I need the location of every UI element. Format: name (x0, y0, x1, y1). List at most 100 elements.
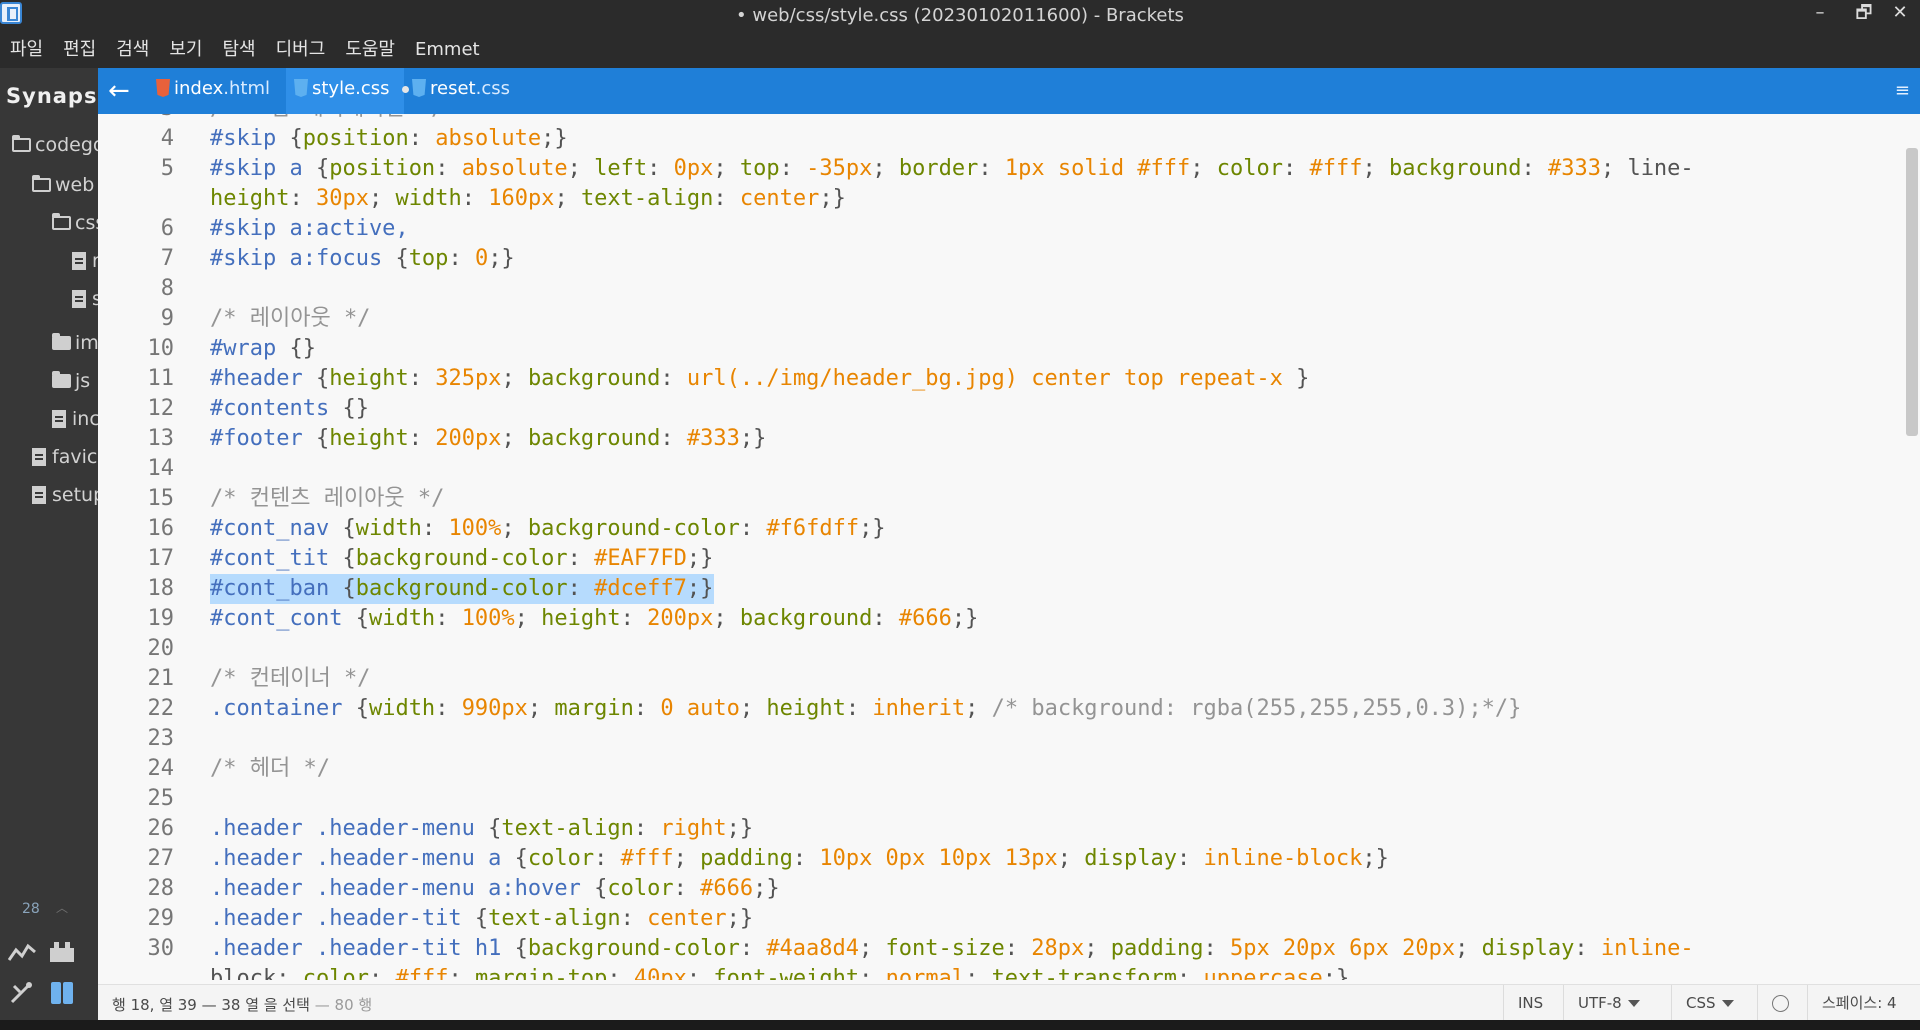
back-arrow-icon[interactable]: ← (108, 76, 130, 106)
line-number: 8 (160, 276, 174, 301)
code-line[interactable]: 26 .header .header-menu {text-align: righ… (98, 814, 1900, 844)
tree-item-setup[interactable]: setup (32, 482, 98, 508)
code-line[interactable]: 21 /* 컨테이너 */ (98, 664, 1900, 694)
line-number: 22 (147, 696, 175, 721)
line-code: height: 30px; width: 160px; text-align: … (210, 186, 846, 211)
line-code: #header {height: 325px; background: url(… (210, 366, 1310, 391)
menu-edit[interactable]: 편집 (53, 32, 106, 68)
code-line[interactable]: 3 /* 스킵 네비게이션 */ (98, 114, 1900, 124)
tab-style-css[interactable]: style.css (286, 68, 409, 114)
code-line[interactable]: 10 #wrap {} (98, 334, 1900, 364)
code-line[interactable]: 19 #cont_cont {width: 100%; height: 200px… (98, 604, 1900, 634)
line-code: .header .header-menu {text-align: right;… (210, 816, 754, 841)
code-line[interactable]: block; color: #fff; margin-top: 40px; fo… (98, 964, 1900, 980)
code-line[interactable]: 28 .header .header-menu a:hover {color: #… (98, 874, 1900, 904)
line-number: 27 (147, 846, 175, 871)
menu-find[interactable]: 검색 (106, 32, 159, 68)
code-line[interactable]: 27 .header .header-menu a {color: #fff; p… (98, 844, 1900, 874)
activity-icon[interactable] (6, 940, 38, 970)
encoding-select[interactable]: UTF-8 (1563, 985, 1671, 1021)
css3-icon (294, 79, 308, 97)
tree-item-web[interactable]: web (32, 172, 94, 198)
code-line[interactable]: 18 #cont_ban {background-color: #dceff7;} (98, 574, 1900, 604)
folder-open-icon (12, 135, 31, 152)
close-button[interactable]: ✕ (1880, 0, 1920, 28)
code-line[interactable]: 23 (98, 724, 1900, 754)
menu-file[interactable]: 파일 (0, 32, 53, 68)
live-preview-icon[interactable] (46, 980, 78, 1010)
code-line[interactable]: 8 (98, 274, 1900, 304)
maximize-button[interactable]: 🗗 (1844, 0, 1884, 28)
language-select[interactable]: CSS (1671, 985, 1757, 1021)
code-line[interactable]: 13 #footer {height: 200px; background: #3… (98, 424, 1900, 454)
code-line[interactable]: 15 /* 컨텐츠 레이아웃 */ (98, 484, 1900, 514)
line-code: #skip a:active, (210, 216, 409, 241)
line-number: 17 (147, 546, 175, 571)
line-number: 16 (147, 516, 175, 541)
tab-index-html[interactable]: index.html (148, 68, 278, 114)
lint-status-icon (1772, 995, 1789, 1012)
insert-mode-toggle[interactable]: INS (1503, 985, 1563, 1021)
code-line[interactable]: height: 30px; width: 160px; text-align: … (98, 184, 1900, 214)
indent-setting[interactable]: 스페이스: 4 (1807, 985, 1920, 1021)
html5-icon (156, 79, 170, 97)
code-line[interactable]: 14 (98, 454, 1900, 484)
code-line[interactable]: 9 /* 레이아웃 */ (98, 304, 1900, 334)
menu-navigate[interactable]: 탐색 (213, 32, 266, 68)
menu-debug[interactable]: 디버그 (266, 32, 336, 68)
line-number: 24 (147, 756, 175, 781)
tree-item-reset-css[interactable]: r (72, 248, 98, 274)
menu-help[interactable]: 도움말 (335, 32, 405, 68)
tab-reset-css[interactable]: reset.css (404, 68, 514, 114)
tree-item-img[interactable]: im (52, 330, 98, 356)
file-icon (52, 410, 66, 428)
wrench-icon[interactable] (6, 980, 38, 1010)
line-number: 6 (160, 216, 174, 241)
tree-item-codego[interactable]: codego (12, 132, 98, 158)
code-editor[interactable]: 3 /* 스킵 네비게이션 */ 4 #skip {position: absolut… (98, 114, 1900, 980)
encoding-value: UTF-8 (1578, 994, 1622, 1012)
tree-item-css[interactable]: css (52, 210, 98, 236)
code-line[interactable]: 30 .header .header-tit h1 {background-col… (98, 934, 1900, 964)
code-line[interactable]: 7 #skip a:focus {top: 0;} (98, 244, 1900, 274)
language-value: CSS (1686, 994, 1716, 1012)
cursor-position: 행 18, 열 39 — 38 열 을 선택 — 80 행 (112, 994, 372, 1015)
editor-scrollbar[interactable] (1906, 148, 1918, 436)
code-line[interactable]: 24 /* 헤더 */ (98, 754, 1900, 784)
file-icon (32, 486, 46, 504)
tree-item-index[interactable]: inc (52, 406, 98, 432)
code-line[interactable]: 16 #cont_nav {width: 100%; background-col… (98, 514, 1900, 544)
project-title[interactable]: Synapse (6, 84, 98, 108)
code-line[interactable]: 11 #header {height: 325px; background: ur… (98, 364, 1900, 394)
line-number: 23 (147, 726, 175, 751)
menu-view[interactable]: 보기 (159, 32, 212, 68)
chevron-up-icon[interactable]: ︿ (56, 899, 68, 916)
minimize-button[interactable]: – (1800, 0, 1840, 28)
code-line[interactable]: 4 #skip {position: absolute;} (98, 124, 1900, 154)
menu-emmet[interactable]: Emmet (405, 32, 490, 68)
code-line[interactable]: 20 (98, 634, 1900, 664)
code-line[interactable]: 25 (98, 784, 1900, 814)
tab-filename: style (312, 78, 356, 99)
code-line[interactable]: 6 #skip a:active, (98, 214, 1900, 244)
line-number: 10 (147, 336, 175, 361)
code-line[interactable]: 12 #contents {} (98, 394, 1900, 424)
file-icon (72, 252, 86, 270)
tree-item-js[interactable]: js (52, 368, 90, 394)
tab-bar: ← index.html style.css reset.css ≡ (98, 68, 1920, 114)
code-line[interactable]: 5 #skip a {position: absolute; left: 0px;… (98, 154, 1900, 184)
line-number: 12 (147, 396, 175, 421)
line-number: 14 (147, 456, 175, 481)
tree-item-favicon[interactable]: favic (32, 444, 97, 470)
linter-status[interactable] (1757, 985, 1807, 1021)
extensions-icon[interactable] (46, 940, 78, 970)
tab-list-menu-icon[interactable]: ≡ (1895, 80, 1910, 101)
project-sidebar: Synapse codego web css r s im js inc fav… (0, 68, 98, 1030)
code-line[interactable]: 29 .header .header-tit {text-align: cente… (98, 904, 1900, 934)
chevron-down-icon (1627, 1000, 1640, 1007)
code-line[interactable]: 17 #cont_tit {background-color: #EAF7FD;} (98, 544, 1900, 574)
tree-item-style-css[interactable]: s (72, 286, 98, 312)
code-line[interactable]: 22 .container {width: 990px; margin: 0 au… (98, 694, 1900, 724)
line-code: /* 스킵 네비게이션 */ (210, 114, 444, 124)
line-code: #wrap {} (210, 336, 316, 361)
